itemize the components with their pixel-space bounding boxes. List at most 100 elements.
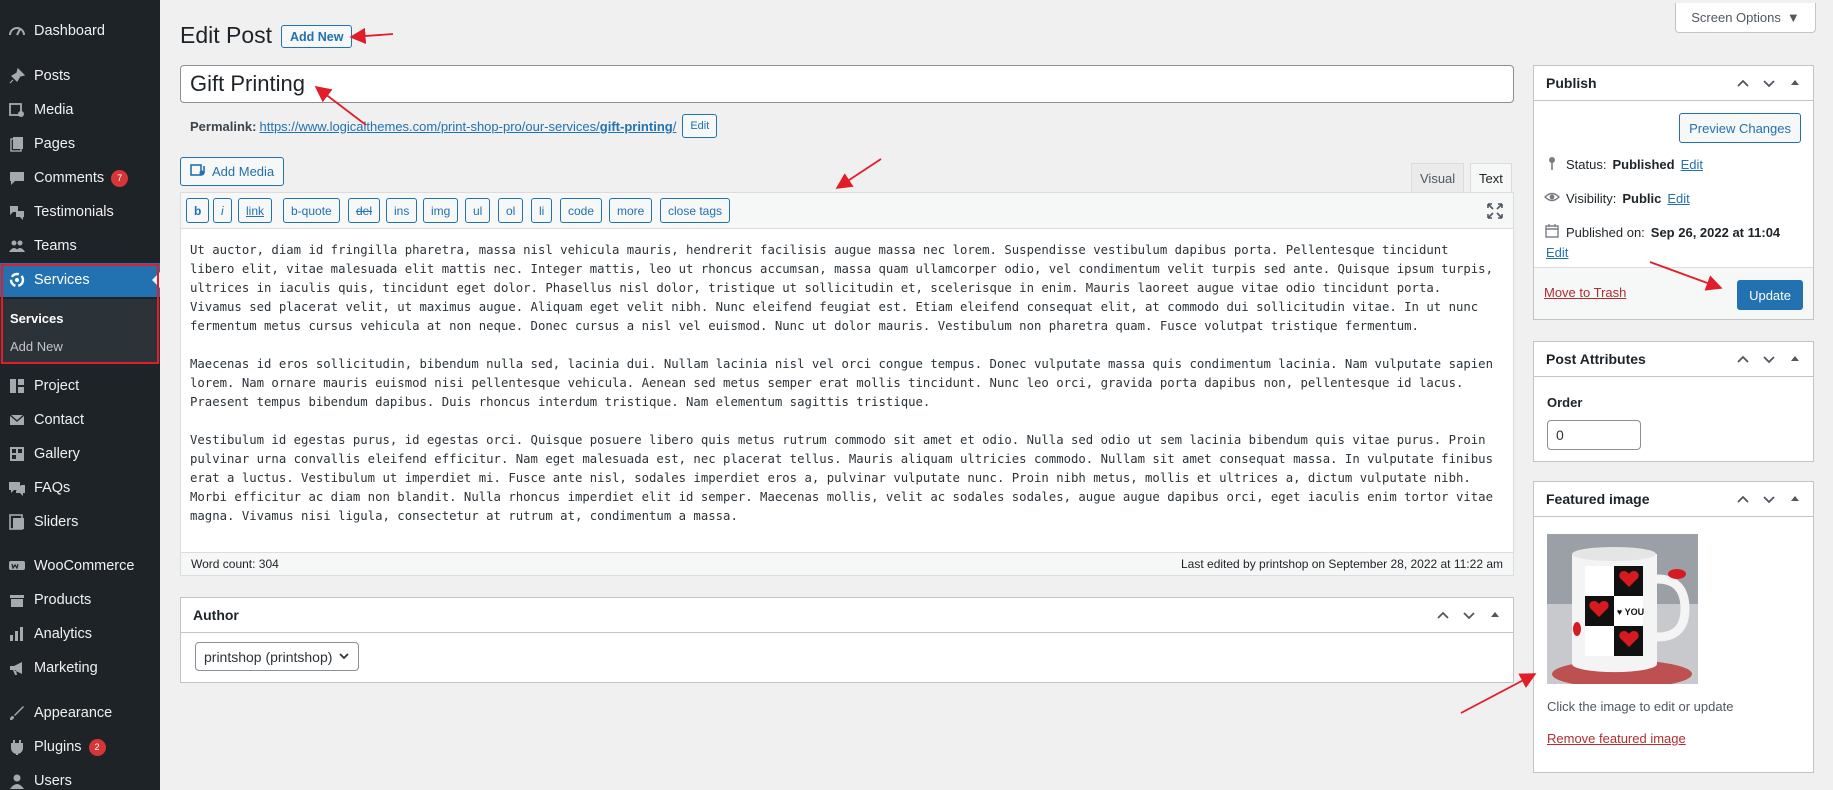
qt-bquote-button[interactable]: b-quote: [283, 198, 340, 223]
text-editor: b i link b-quote del ins img ul ol li co…: [180, 192, 1514, 576]
arrow-to-editor: [835, 158, 882, 189]
sidebar-item-project[interactable]: Project: [0, 369, 160, 403]
qt-ol-button[interactable]: ol: [498, 198, 524, 223]
qt-code-button[interactable]: code: [560, 198, 603, 223]
sidebar-item-teams[interactable]: Teams: [0, 229, 160, 263]
sidebar-item-products[interactable]: Products: [0, 583, 160, 617]
move-to-trash-link[interactable]: Move to Trash: [1544, 285, 1626, 300]
status-label: Status:: [1566, 157, 1607, 172]
wp-admin-screen: Dashboard Posts Media Pages Comments 7 Testimo…: [0, 0, 1833, 790]
move-up-icon[interactable]: [1433, 605, 1453, 628]
submenu-item-add-new[interactable]: Add New: [10, 339, 63, 354]
sidebar-item-woocommerce[interactable]: WooCommerce: [0, 549, 160, 583]
faq-icon: [0, 479, 34, 497]
sidebar-item-label: Gallery: [34, 446, 80, 462]
sidebar-item-gallery[interactable]: Gallery: [0, 437, 160, 471]
last-edited: Last edited by printshop on September 28…: [1181, 557, 1503, 571]
sidebar-item-faqs[interactable]: FAQs: [0, 471, 160, 505]
post-status-row: Status: Published Edit: [1544, 155, 1703, 174]
move-down-icon[interactable]: [1759, 73, 1779, 96]
permalink-slug[interactable]: gift-printing: [600, 119, 673, 134]
author-select[interactable]: printshop (printshop): [195, 642, 360, 671]
toggle-panel-icon[interactable]: [1785, 349, 1805, 372]
sidebar-item-contact[interactable]: Contact: [0, 403, 160, 437]
add-media-button[interactable]: Add Media: [180, 157, 285, 186]
qt-more-button[interactable]: more: [609, 198, 653, 223]
permalink-edit-button[interactable]: Edit: [682, 114, 718, 138]
sidebar-item-label: Users: [34, 773, 72, 789]
sidebar-item-label: Sliders: [34, 514, 79, 530]
qt-bold-button[interactable]: b: [186, 198, 210, 223]
sidebar-item-comments[interactable]: Comments 7: [0, 161, 160, 195]
visibility-label: Visibility:: [1566, 191, 1617, 206]
sidebar-item-sliders[interactable]: Sliders: [0, 505, 160, 539]
fullscreen-icon[interactable]: [1485, 201, 1505, 221]
toggle-panel-icon[interactable]: [1485, 605, 1505, 628]
sidebar-item-pages[interactable]: Pages: [0, 127, 160, 161]
tab-visual[interactable]: Visual: [1411, 163, 1465, 193]
move-down-icon[interactable]: [1759, 489, 1779, 512]
media-icon: [190, 162, 206, 181]
sidebar-item-appearance[interactable]: Appearance: [0, 696, 160, 730]
post-content-textarea[interactable]: Ut auctor, diam id fringilla pharetra, m…: [190, 241, 1500, 545]
qt-link-button[interactable]: link: [238, 198, 273, 223]
qt-del-button[interactable]: del: [348, 198, 381, 223]
metabox-handle-actions: [1733, 73, 1805, 96]
move-down-icon[interactable]: [1459, 605, 1479, 628]
toggle-panel-icon[interactable]: [1785, 73, 1805, 96]
qt-img-button[interactable]: img: [423, 198, 459, 223]
sidebar-item-label: Posts: [34, 68, 71, 84]
sidebar-item-marketing[interactable]: Marketing: [0, 651, 160, 685]
featured-image-header: Featured image: [1534, 482, 1813, 517]
order-input[interactable]: 0: [1547, 420, 1641, 450]
sidebar-item-dashboard[interactable]: Dashboard: [0, 14, 160, 48]
status-edit-link[interactable]: Edit: [1681, 157, 1703, 172]
permalink-trailing[interactable]: /: [673, 119, 677, 134]
move-up-icon[interactable]: [1733, 489, 1753, 512]
visibility-value: Public: [1622, 191, 1662, 206]
submenu-item-services[interactable]: Services: [10, 311, 64, 326]
tab-text[interactable]: Text: [1470, 163, 1512, 193]
sidebar-item-analytics[interactable]: Analytics: [0, 617, 160, 651]
visibility-row: Visibility: Public Edit: [1544, 189, 1690, 208]
author-metabox: Author printshop (printshop): [180, 597, 1514, 683]
qt-ul-button[interactable]: ul: [465, 198, 491, 223]
visibility-edit-link[interactable]: Edit: [1667, 191, 1689, 206]
permalink: Permalink: https://www.logicalthemes.com…: [190, 114, 718, 138]
add-new-button[interactable]: Add New: [281, 25, 353, 48]
permalink-base[interactable]: https://www.logicalthemes.com/print-shop…: [259, 119, 599, 134]
preview-changes-button[interactable]: Preview Changes: [1679, 113, 1801, 143]
qt-ins-button[interactable]: ins: [386, 198, 418, 223]
screen-options-button[interactable]: Screen Options ▼: [1675, 3, 1816, 33]
appearance-icon: [0, 704, 34, 722]
services-submenu: Services Add New: [0, 299, 160, 363]
marketing-icon: [0, 659, 34, 677]
sidebar-item-media[interactable]: Media: [0, 93, 160, 127]
featured-image-thumbnail[interactable]: I ♥ YOU: [1547, 534, 1698, 688]
services-icon: [0, 271, 34, 289]
qt-li-button[interactable]: li: [531, 198, 553, 223]
move-up-icon[interactable]: [1733, 349, 1753, 372]
sidebar-item-label: Plugins: [34, 739, 82, 755]
calendar-icon: [1544, 223, 1560, 242]
sidebar-item-services[interactable]: Services: [0, 263, 160, 297]
remove-featured-image-link[interactable]: Remove featured image: [1547, 731, 1686, 746]
qt-close-tags-button[interactable]: close tags: [660, 198, 731, 223]
published-label: Published on:: [1566, 225, 1645, 240]
toggle-panel-icon[interactable]: [1785, 489, 1805, 512]
permalink-link[interactable]: https://www.logicalthemes.com/print-shop…: [259, 119, 676, 134]
sidebar-item-testimonials[interactable]: Testimonials: [0, 195, 160, 229]
sidebar-item-plugins[interactable]: Plugins 2: [0, 730, 160, 764]
sidebar-item-label: Services: [34, 272, 90, 288]
featured-image-title: Featured image: [1546, 491, 1650, 507]
move-down-icon[interactable]: [1759, 349, 1779, 372]
sidebar-item-label: Marketing: [34, 660, 98, 676]
published-edit-link[interactable]: Edit: [1546, 245, 1568, 260]
update-button[interactable]: Update: [1737, 280, 1803, 310]
sidebar-item-users[interactable]: Users: [0, 764, 160, 790]
qt-italic-button[interactable]: i: [213, 198, 232, 223]
sidebar-item-posts[interactable]: Posts: [0, 59, 160, 93]
move-up-icon[interactable]: [1733, 73, 1753, 96]
post-attributes-title: Post Attributes: [1546, 351, 1646, 367]
post-title-input[interactable]: Gift Printing: [180, 65, 1514, 103]
